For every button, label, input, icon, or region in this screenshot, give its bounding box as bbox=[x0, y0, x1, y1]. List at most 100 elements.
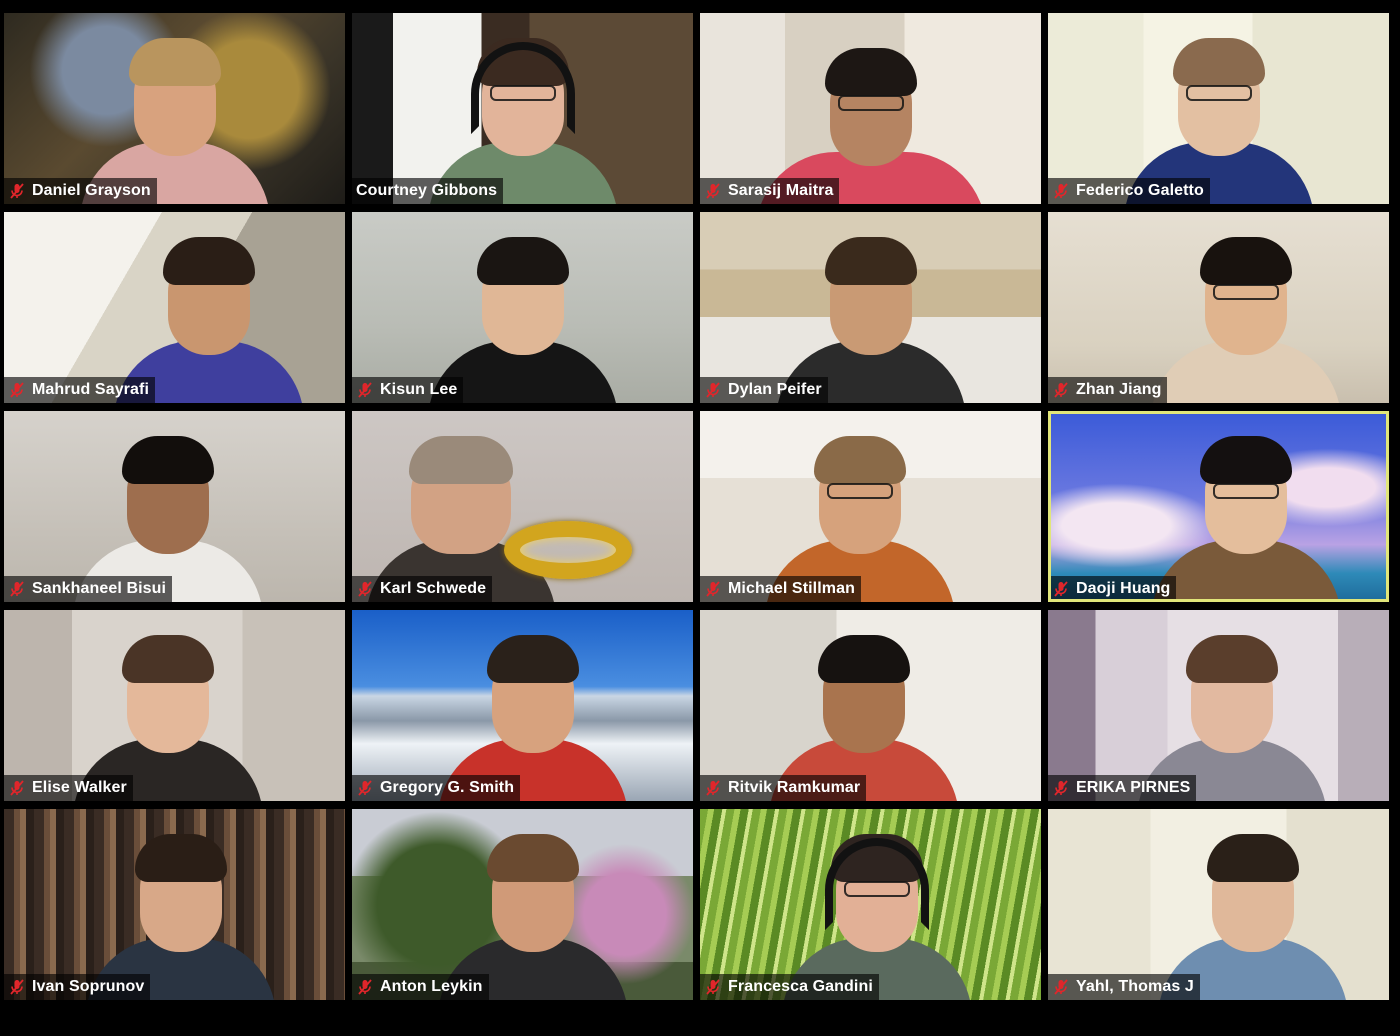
participant-name: Daoji Huang bbox=[1076, 580, 1171, 597]
participant-tile-gregory-g-smith[interactable]: Gregory G. Smith bbox=[352, 610, 693, 801]
participant-nameplate: Daoji Huang bbox=[1048, 576, 1177, 602]
video-feed bbox=[4, 212, 345, 403]
participant-nameplate: Zhan Jiang bbox=[1048, 377, 1168, 403]
participant-tile-daniel-grayson[interactable]: Daniel Grayson bbox=[4, 13, 345, 204]
muted-mic-icon bbox=[358, 581, 372, 597]
muted-mic-icon bbox=[10, 780, 24, 796]
participant-name: Kisun Lee bbox=[380, 381, 458, 398]
participant-name: Gregory G. Smith bbox=[380, 779, 515, 796]
participant-tile-courtney-gibbons[interactable]: Courtney Gibbons bbox=[352, 13, 693, 204]
muted-mic-icon bbox=[706, 183, 720, 199]
participant-name: ERIKA PIRNES bbox=[1076, 779, 1191, 796]
participant-tile-daoji-huang[interactable]: Daoji Huang bbox=[1048, 411, 1389, 602]
participant-nameplate: Daniel Grayson bbox=[4, 178, 157, 204]
video-feed bbox=[700, 411, 1041, 602]
participant-nameplate: Sarasij Maitra bbox=[700, 178, 840, 204]
participant-name: Courtney Gibbons bbox=[356, 182, 498, 199]
participant-nameplate: Francesca Gandini bbox=[700, 974, 879, 1000]
video-feed bbox=[352, 212, 693, 403]
participant-name: Sarasij Maitra bbox=[728, 182, 834, 199]
participant-tile-federico-galetto[interactable]: Federico Galetto bbox=[1048, 13, 1389, 204]
video-feed bbox=[700, 13, 1041, 204]
video-feed bbox=[1048, 13, 1389, 204]
muted-mic-icon bbox=[1054, 780, 1068, 796]
participant-name: Ivan Soprunov bbox=[32, 978, 145, 995]
participant-name: Anton Leykin bbox=[380, 978, 483, 995]
participant-name: Federico Galetto bbox=[1076, 182, 1204, 199]
participant-nameplate: Dylan Peifer bbox=[700, 377, 828, 403]
participant-name: Zhan Jiang bbox=[1076, 381, 1162, 398]
gallery-view: Daniel Grayson Courtney Gibbons Sarasij … bbox=[4, 13, 1394, 1004]
muted-mic-icon bbox=[358, 780, 372, 796]
muted-mic-icon bbox=[10, 581, 24, 597]
muted-mic-icon bbox=[1054, 581, 1068, 597]
participant-tile-ritvik-ramkumar[interactable]: Ritvik Ramkumar bbox=[700, 610, 1041, 801]
participant-nameplate: Sankhaneel Bisui bbox=[4, 576, 173, 602]
video-feed bbox=[1048, 809, 1389, 1000]
video-feed bbox=[352, 13, 693, 204]
video-feed bbox=[4, 610, 345, 801]
muted-mic-icon bbox=[706, 382, 720, 398]
video-feed bbox=[1048, 212, 1389, 403]
video-feed bbox=[700, 610, 1041, 801]
video-feed bbox=[1048, 610, 1389, 801]
participant-nameplate: Federico Galetto bbox=[1048, 178, 1210, 204]
participant-tile-michael-stillman[interactable]: Michael Stillman bbox=[700, 411, 1041, 602]
video-feed bbox=[4, 809, 345, 1000]
participant-tile-ivan-soprunov[interactable]: Ivan Soprunov bbox=[4, 809, 345, 1000]
participant-nameplate: Michael Stillman bbox=[700, 576, 861, 602]
participant-tile-elise-walker[interactable]: Elise Walker bbox=[4, 610, 345, 801]
video-feed bbox=[1048, 411, 1389, 602]
participant-name: Dylan Peifer bbox=[728, 381, 822, 398]
muted-mic-icon bbox=[706, 780, 720, 796]
participant-tile-yahl-thomas-j[interactable]: Yahl, Thomas J bbox=[1048, 809, 1389, 1000]
muted-mic-icon bbox=[1054, 979, 1068, 995]
participant-name: Elise Walker bbox=[32, 779, 127, 796]
participant-name: Ritvik Ramkumar bbox=[728, 779, 861, 796]
video-feed bbox=[352, 610, 693, 801]
muted-mic-icon bbox=[10, 382, 24, 398]
participant-tile-anton-leykin[interactable]: Anton Leykin bbox=[352, 809, 693, 1000]
participant-tile-francesca-gandini[interactable]: Francesca Gandini bbox=[700, 809, 1041, 1000]
muted-mic-icon bbox=[1054, 183, 1068, 199]
participant-nameplate: Yahl, Thomas J bbox=[1048, 974, 1200, 1000]
participant-nameplate: Ivan Soprunov bbox=[4, 974, 151, 1000]
participant-tile-erika-pirnes[interactable]: ERIKA PIRNES bbox=[1048, 610, 1389, 801]
participant-nameplate: Kisun Lee bbox=[352, 377, 464, 403]
participant-nameplate: Anton Leykin bbox=[352, 974, 489, 1000]
participant-tile-sankhaneel-bisui[interactable]: Sankhaneel Bisui bbox=[4, 411, 345, 602]
participant-nameplate: Karl Schwede bbox=[352, 576, 493, 602]
participant-tile-sarasij-maitra[interactable]: Sarasij Maitra bbox=[700, 13, 1041, 204]
muted-mic-icon bbox=[1054, 382, 1068, 398]
participant-nameplate: Gregory G. Smith bbox=[352, 775, 521, 801]
video-feed bbox=[700, 809, 1041, 1000]
participant-name: Karl Schwede bbox=[380, 580, 487, 597]
participant-tile-zhan-jiang[interactable]: Zhan Jiang bbox=[1048, 212, 1389, 403]
video-feed bbox=[4, 411, 345, 602]
muted-mic-icon bbox=[706, 581, 720, 597]
gold-ring-prop bbox=[504, 521, 632, 579]
muted-mic-icon bbox=[706, 979, 720, 995]
video-feed bbox=[352, 411, 693, 602]
participant-nameplate: Courtney Gibbons bbox=[352, 178, 504, 204]
participant-nameplate: ERIKA PIRNES bbox=[1048, 775, 1197, 801]
participant-tile-karl-schwede[interactable]: Karl Schwede bbox=[352, 411, 693, 602]
participant-name: Mahrud Sayrafi bbox=[32, 381, 149, 398]
participant-name: Daniel Grayson bbox=[32, 182, 151, 199]
video-feed bbox=[352, 809, 693, 1000]
participant-name: Michael Stillman bbox=[728, 580, 855, 597]
muted-mic-icon bbox=[358, 382, 372, 398]
participant-nameplate: Ritvik Ramkumar bbox=[700, 775, 867, 801]
participant-tile-dylan-peifer[interactable]: Dylan Peifer bbox=[700, 212, 1041, 403]
participant-name: Yahl, Thomas J bbox=[1076, 978, 1194, 995]
muted-mic-icon bbox=[10, 183, 24, 199]
participant-tile-mahrud-sayrafi[interactable]: Mahrud Sayrafi bbox=[4, 212, 345, 403]
participant-name: Sankhaneel Bisui bbox=[32, 580, 167, 597]
participant-nameplate: Elise Walker bbox=[4, 775, 133, 801]
video-feed bbox=[4, 13, 345, 204]
video-feed bbox=[700, 212, 1041, 403]
muted-mic-icon bbox=[358, 979, 372, 995]
participant-tile-kisun-lee[interactable]: Kisun Lee bbox=[352, 212, 693, 403]
muted-mic-icon bbox=[10, 979, 24, 995]
participant-nameplate: Mahrud Sayrafi bbox=[4, 377, 155, 403]
